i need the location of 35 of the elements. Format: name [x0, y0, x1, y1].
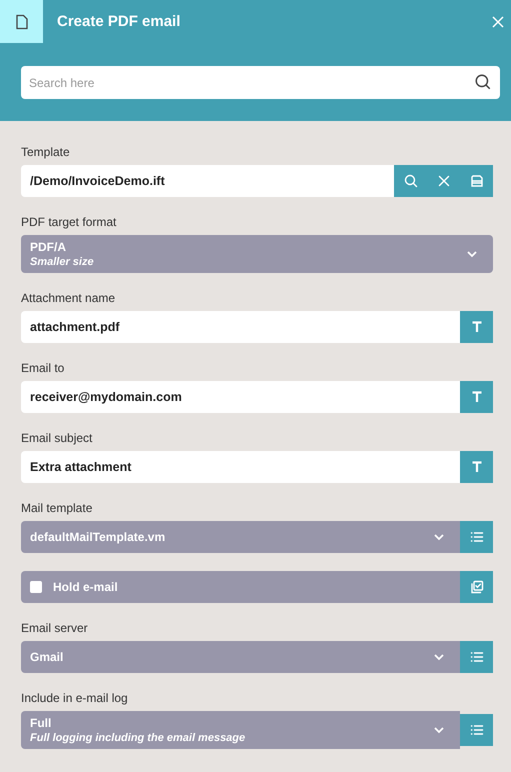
text-button[interactable] [460, 451, 493, 483]
document-icon [14, 14, 28, 30]
text-field[interactable]: /Demo/InvoiceDemo.ift [21, 165, 394, 197]
checkbox[interactable] [30, 581, 42, 593]
stack-icon [468, 173, 484, 189]
field-label: Attachment name [21, 291, 116, 305]
text-button[interactable] [460, 311, 493, 343]
chevron-down-icon [433, 653, 445, 661]
checklist-icon [468, 579, 484, 595]
field-label: Include in e-mail log [21, 691, 129, 705]
search-field[interactable]: Search here [21, 66, 500, 99]
text-field[interactable]: attachment.pdf [21, 311, 460, 343]
list-button[interactable] [460, 714, 493, 746]
field-label: PDF target format [21, 215, 118, 229]
field-label: Email server [21, 621, 89, 635]
field-label: Template [21, 145, 71, 159]
field-label: Email subject [21, 431, 94, 445]
search-icon[interactable] [474, 73, 492, 91]
checklist-button[interactable] [460, 571, 493, 603]
close-button[interactable] [491, 14, 505, 28]
stamp-button[interactable] [460, 165, 493, 197]
field-label: Email to [21, 361, 66, 375]
field-label: Mail template [21, 501, 94, 515]
chevron-down-icon [466, 250, 478, 258]
list-button[interactable] [460, 641, 493, 673]
chevron-down-icon [433, 533, 445, 541]
window-title: Create PDF email [57, 13, 182, 30]
search-button[interactable] [394, 165, 427, 197]
text-field[interactable]: Extra attachment [21, 451, 460, 483]
search-icon [402, 173, 418, 189]
checkbox-label: Hold e-mail [53, 580, 118, 594]
text-button[interactable] [460, 381, 493, 413]
list-button[interactable] [460, 521, 493, 553]
text-field[interactable]: receiver@mydomain.com [21, 381, 460, 413]
chevron-down-icon [433, 726, 445, 734]
